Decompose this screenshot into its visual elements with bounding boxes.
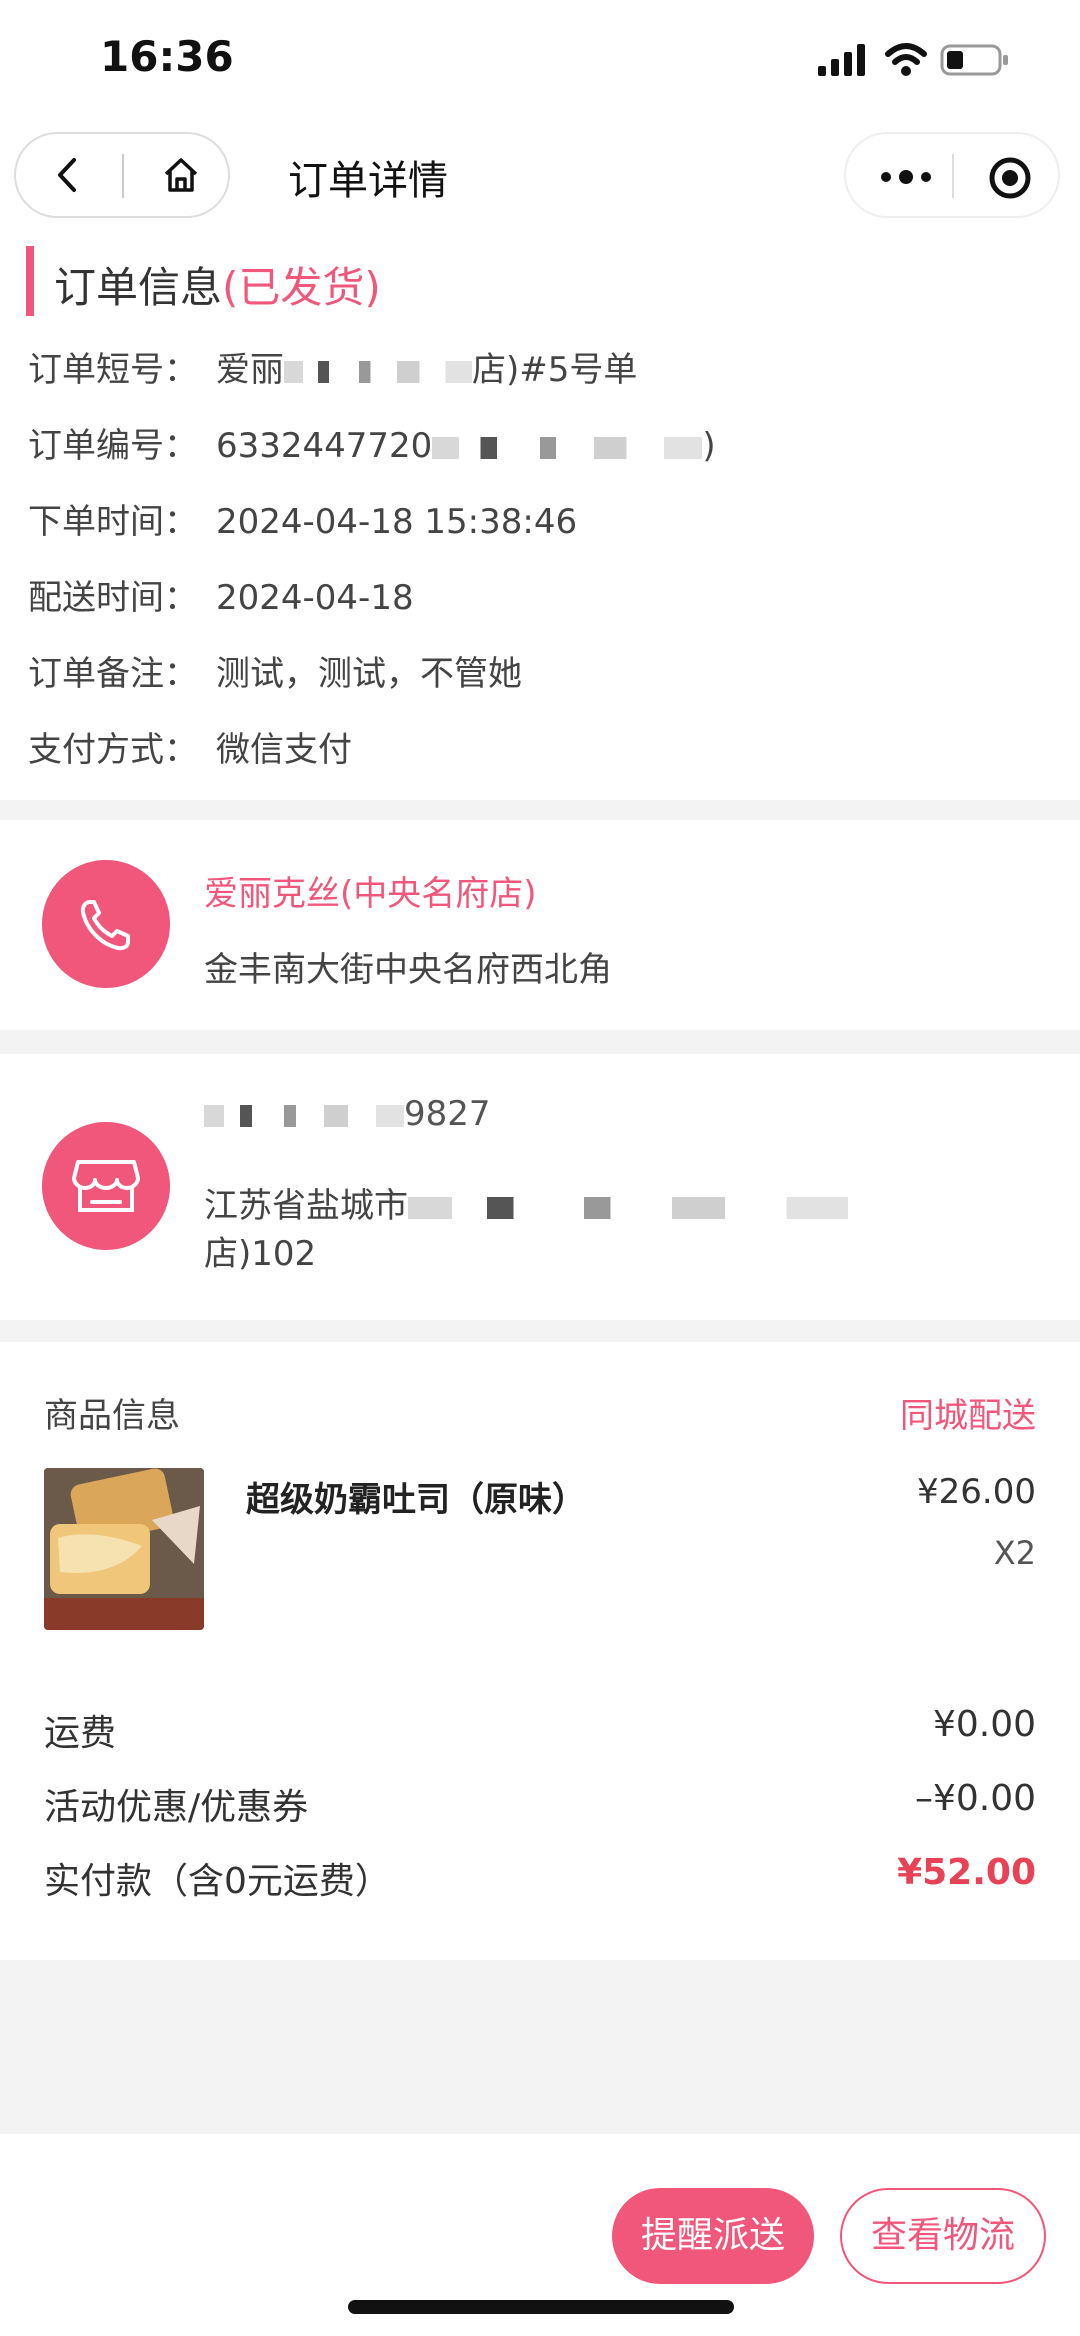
info-row-order-number: 订单编号： 6332447720) xyxy=(28,418,716,467)
target-close-icon[interactable] xyxy=(986,154,1034,202)
info-row-delivery-time: 配送时间： 2024-04-18 xyxy=(28,570,414,619)
info-value: 2024-04-18 15:38:46 xyxy=(216,502,578,542)
nav-capsule-right xyxy=(844,132,1060,218)
capsule-divider xyxy=(952,154,954,198)
info-label: 订单备注： xyxy=(28,654,198,694)
page-title: 订单详情 xyxy=(288,158,448,204)
shop-card[interactable]: 爱丽克丝(中央名府店) 金丰南大街中央名府西北角 xyxy=(0,820,1080,1030)
info-row-payment: 支付方式： 微信支付 xyxy=(28,722,352,771)
order-status: (已发货) xyxy=(222,263,381,312)
phone-icon[interactable] xyxy=(42,860,170,988)
fee-row-total: 实付款（含0元运费） ¥52.00 xyxy=(44,1852,1036,1904)
info-label: 支付方式： xyxy=(28,730,198,770)
nav-capsule-left xyxy=(14,132,230,218)
info-value[interactable]: 6332447720 xyxy=(216,426,432,466)
order-info-title-text: 订单信息 xyxy=(54,263,223,312)
more-dots-icon[interactable] xyxy=(878,162,934,192)
address-line-2: 店)102 xyxy=(204,1234,317,1274)
product-name: 超级奶霸吐司（原味） xyxy=(246,1480,586,1520)
info-row-short-id: 订单短号： 爱丽 店)#5号单 xyxy=(28,342,637,391)
info-value: 微信支付 xyxy=(216,730,352,770)
recipient-phone: 9827 xyxy=(204,1094,491,1134)
info-label: 订单编号： xyxy=(28,426,198,466)
section-accent-bar xyxy=(26,246,34,316)
nav-bar: 订单详情 xyxy=(0,120,1080,240)
fee-label: 活动优惠/优惠券 xyxy=(44,1787,309,1828)
info-value: 测试，测试，不管她 xyxy=(216,654,522,694)
masked-text xyxy=(432,436,703,459)
delivery-address-card: 9827 江苏省盐城市 店)102 xyxy=(0,1054,1080,1320)
masked-text xyxy=(408,1196,848,1219)
product-image[interactable] xyxy=(44,1468,204,1630)
info-label: 订单短号： xyxy=(28,350,198,390)
goods-title: 商品信息 xyxy=(44,1396,180,1436)
info-value: ) xyxy=(702,426,716,466)
order-info-title: 订单信息(已发货) xyxy=(54,254,381,315)
fee-row-discount: 活动优惠/优惠券 –¥0.00 xyxy=(44,1778,1036,1830)
signal-icon xyxy=(818,44,865,76)
remind-delivery-button[interactable]: 提醒派送 xyxy=(612,2188,814,2284)
product-quantity: X2 xyxy=(993,1534,1036,1572)
footer-bar: 提醒派送 查看物流 xyxy=(0,2134,1080,2336)
info-label: 配送时间： xyxy=(28,578,198,618)
status-bar: 16:36 xyxy=(0,0,1080,120)
shop-name: 爱丽克丝(中央名府店) xyxy=(204,874,537,914)
info-label: 下单时间： xyxy=(28,502,198,542)
home-icon[interactable] xyxy=(158,152,204,198)
goods-section: 商品信息 同城配送 超级奶霸吐司（原味） ¥26.00 X2 运费 ¥0.00 … xyxy=(0,1342,1080,1960)
store-icon xyxy=(42,1122,170,1250)
capsule-divider xyxy=(122,154,124,198)
phone-suffix: 9827 xyxy=(404,1094,491,1134)
product-price: ¥26.00 xyxy=(917,1472,1036,1512)
total-amount: ¥52.00 xyxy=(897,1852,1036,1893)
info-value: 爱丽 xyxy=(216,350,284,390)
fee-value: ¥0.00 xyxy=(932,1704,1036,1745)
address-prefix: 江苏省盐城市 xyxy=(204,1186,408,1226)
fee-row-shipping: 运费 ¥0.00 xyxy=(44,1704,1036,1756)
battery-icon xyxy=(940,44,1008,76)
info-value: 店)#5号单 xyxy=(472,350,638,390)
wifi-icon xyxy=(885,43,927,76)
order-info-section: 订单信息(已发货) 订单短号： 爱丽 店)#5号单 订单编号： 6332447720)… xyxy=(0,240,1080,800)
shop-address: 金丰南大街中央名府西北角 xyxy=(204,950,612,990)
info-value: 2024-04-18 xyxy=(216,578,414,618)
home-indicator[interactable] xyxy=(348,2300,734,2314)
info-row-remark: 订单备注： 测试，测试，不管她 xyxy=(28,646,522,695)
fee-value: –¥0.00 xyxy=(914,1778,1036,1819)
back-arrow-icon[interactable] xyxy=(46,152,92,198)
address-line-1: 江苏省盐城市 xyxy=(204,1178,848,1227)
status-time: 16:36 xyxy=(100,32,234,81)
masked-text xyxy=(204,1104,404,1127)
info-row-order-time: 下单时间： 2024-04-18 15:38:46 xyxy=(28,494,577,543)
delivery-type: 同城配送 xyxy=(900,1396,1036,1436)
masked-text xyxy=(284,360,472,383)
fee-label: 运费 xyxy=(44,1713,117,1754)
fee-label: 实付款（含0元运费） xyxy=(44,1861,391,1902)
view-logistics-button[interactable]: 查看物流 xyxy=(840,2188,1046,2284)
